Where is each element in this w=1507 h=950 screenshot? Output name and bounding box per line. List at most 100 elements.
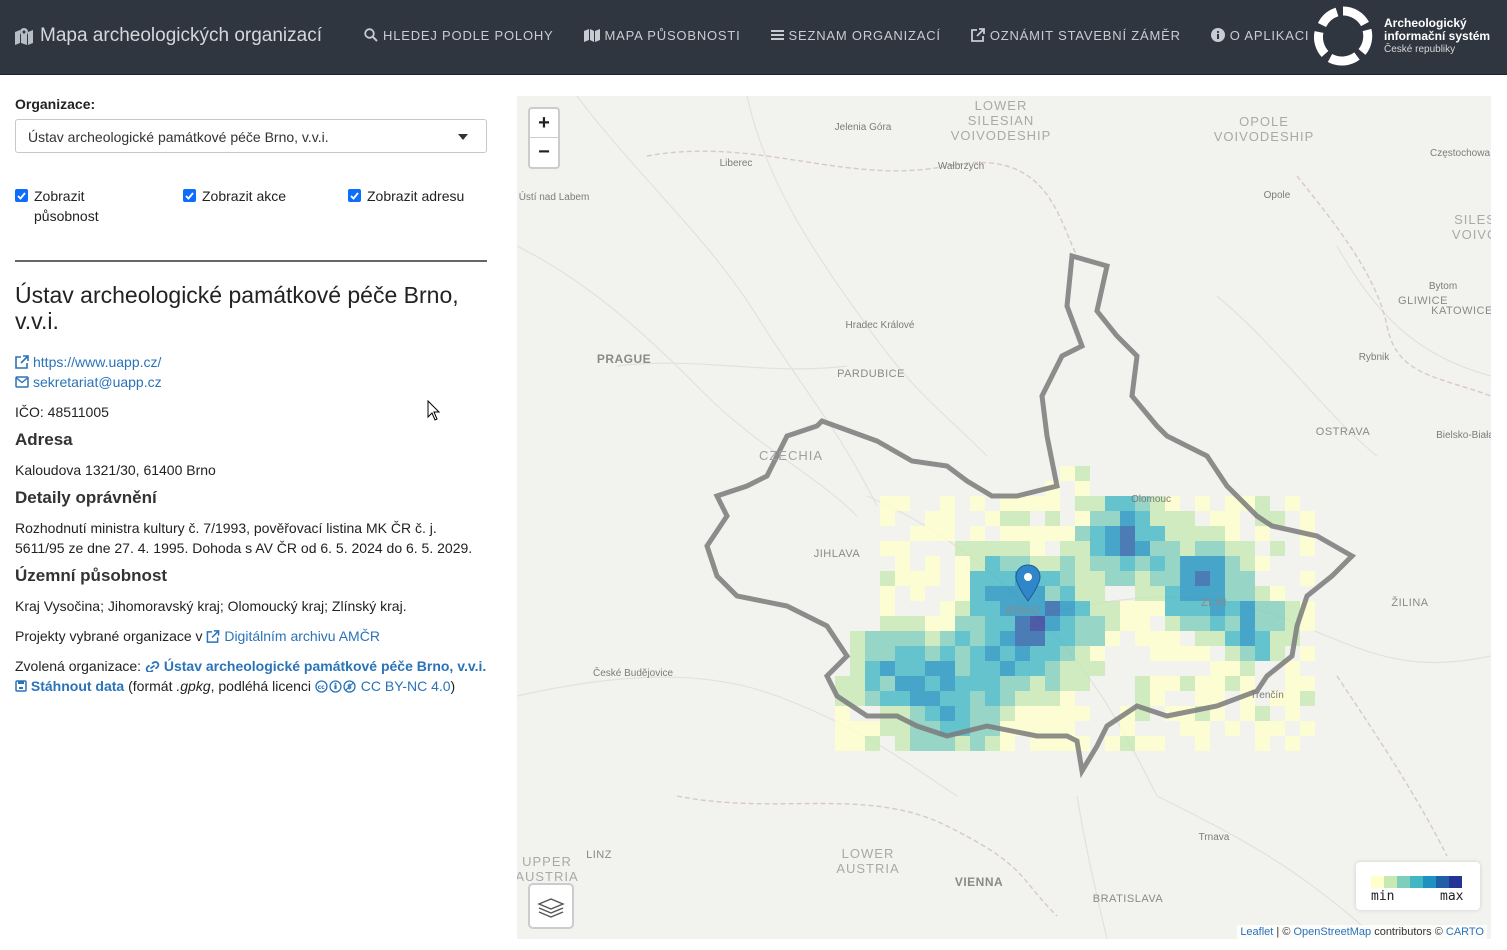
heatmap-cell [1105, 616, 1120, 631]
nav-org-list[interactable]: Seznam organizací [770, 26, 941, 44]
nav-label: Mapa působnosti [604, 27, 741, 43]
map-canvas[interactable]: LOWER SILESIAN VOIVODESHIP OPOLE VOIVODESHIP… [517, 96, 1491, 939]
legend-swatch [1436, 876, 1449, 888]
nav-about[interactable]: O aplikaci [1210, 26, 1310, 44]
layers-button[interactable] [528, 883, 574, 929]
heatmap-cell [1165, 556, 1180, 571]
heatmap-cell [1195, 496, 1210, 511]
heatmap-cell [940, 706, 955, 721]
heatmap-cell [1120, 511, 1135, 526]
legend-min-label: min [1371, 889, 1395, 904]
heatmap-cell [1285, 496, 1300, 511]
organization-select[interactable]: Ústav archeologické památkové péče Brno,… [15, 119, 487, 153]
heatmap-cell [925, 676, 940, 691]
heatmap-cell [970, 691, 985, 706]
heatmap-cell [1150, 676, 1165, 691]
heatmap-cell [880, 661, 895, 676]
license-link[interactable]: cc $ CC BY-NC 4.0 [315, 678, 451, 694]
ais-logo[interactable]: Archeologický informační systém České re… [1312, 5, 1490, 67]
heatmap-cell [910, 706, 925, 721]
heatmap-cell [1045, 691, 1060, 706]
heatmap-cell [1270, 721, 1285, 736]
heatmap-cell [880, 571, 895, 586]
heatmap-cell [1270, 646, 1285, 661]
heatmap-cell [1045, 661, 1060, 676]
place-label: KATOWICE [1431, 305, 1491, 317]
app-title: Mapa archeologických organizací [40, 25, 322, 46]
heatmap-cell [1225, 586, 1240, 601]
heatmap-cell [1090, 601, 1105, 616]
nav-search-location[interactable]: Hledej podle polohy [364, 26, 554, 44]
organization-detail: Ústav archeologické památkové péče Brno,… [15, 282, 487, 696]
heatmap-cell [1090, 631, 1105, 646]
heatmap-cell [955, 586, 970, 601]
place-label: OSTRAVA [1316, 426, 1371, 438]
zoom-out-button[interactable]: − [530, 138, 558, 167]
show-address-checkbox[interactable]: Zobrazit adresu [348, 186, 464, 206]
external-link-icon [15, 355, 29, 369]
heatmap-cell [1135, 676, 1150, 691]
checkbox-checked-icon [183, 189, 196, 202]
show-actions-checkbox[interactable]: Zobrazit akce [183, 186, 286, 206]
heatmap-cell [835, 736, 850, 751]
heatmap-cell [1060, 691, 1075, 706]
show-territory-checkbox[interactable]: Zobrazit působnost [15, 186, 125, 226]
heatmap-cell [1255, 736, 1270, 751]
heatmap-cell [1015, 541, 1030, 556]
heatmap-cell [970, 496, 985, 511]
heatmap-cell [1015, 511, 1030, 526]
heatmap-cell [1165, 631, 1180, 646]
heatmap-cell [850, 631, 865, 646]
selected-org-line: Zvolená organizace: Ústav archeologické … [15, 656, 487, 676]
heatmap-cell [955, 631, 970, 646]
heatmap-cell [955, 571, 970, 586]
place-label: Liberec [720, 158, 753, 169]
heatmap-cell [1000, 661, 1015, 676]
heatmap-cell [985, 601, 1000, 616]
map[interactable]: LOWER SILESIAN VOIVODESHIP OPOLE VOIVODESHIP… [517, 96, 1491, 939]
heatmap-cell [1045, 556, 1060, 571]
download-suffix: ) [450, 678, 456, 694]
heatmap-cell [970, 586, 985, 601]
website-link[interactable]: https://www.uapp.cz/ [15, 352, 487, 372]
heatmap-cell [970, 646, 985, 661]
legend-swatch [1384, 876, 1397, 888]
heatmap-cell [1150, 571, 1165, 586]
heatmap-cell [1045, 601, 1060, 616]
heatmap-cell [1195, 631, 1210, 646]
place-label: LOWER SILESIAN VOIVODESHIP [951, 98, 1052, 143]
heatmap-cell [1015, 616, 1030, 631]
heatmap-cell [1210, 661, 1225, 676]
heatmap-cell [835, 706, 850, 721]
attrib-sep: | © [1273, 926, 1294, 938]
heatmap-cell [1120, 601, 1135, 616]
checkbox-label: Zobrazit působnost [34, 188, 99, 224]
heatmap-cell [1225, 616, 1240, 631]
download-data-link[interactable]: Stáhnout data [15, 678, 128, 694]
heatmap-cell [985, 736, 1000, 751]
nav-territory-map[interactable]: Mapa působnosti [583, 26, 741, 44]
heatmap-cell [895, 541, 910, 556]
heatmap-cell [1270, 601, 1285, 616]
heatmap-cell [1120, 736, 1135, 751]
heatmap-cell [1150, 631, 1165, 646]
nav-report-construction[interactable]: Oznámit stavební záměr [970, 26, 1181, 44]
digital-archive-link[interactable]: Digitálním archivu AMČR [206, 628, 380, 644]
place-label: Rybnik [1359, 352, 1391, 363]
heatmap-cell [1090, 646, 1105, 661]
carto-link[interactable]: CARTO [1446, 926, 1484, 938]
heatmap-cell [1105, 556, 1120, 571]
heatmap-cell [1090, 496, 1105, 511]
selected-org-link[interactable]: Ústav archeologické památkové péče Brno,… [145, 658, 486, 674]
leaflet-link[interactable]: Leaflet [1240, 926, 1273, 938]
ais-ring-logo-icon [1313, 6, 1373, 66]
heatmap-cell [1015, 661, 1030, 676]
email-link[interactable]: sekretariat@uapp.cz [15, 372, 487, 392]
app-brand[interactable]: Mapa archeologických organizací [14, 24, 322, 48]
heatmap-cell [985, 571, 1000, 586]
zoom-in-button[interactable]: + [530, 109, 558, 138]
osm-link[interactable]: OpenStreetMap [1293, 926, 1371, 938]
download-label: Stáhnout data [30, 678, 125, 694]
place-label: Wałbrzych [938, 161, 984, 172]
creative-commons-icon: cc $ [315, 680, 356, 693]
